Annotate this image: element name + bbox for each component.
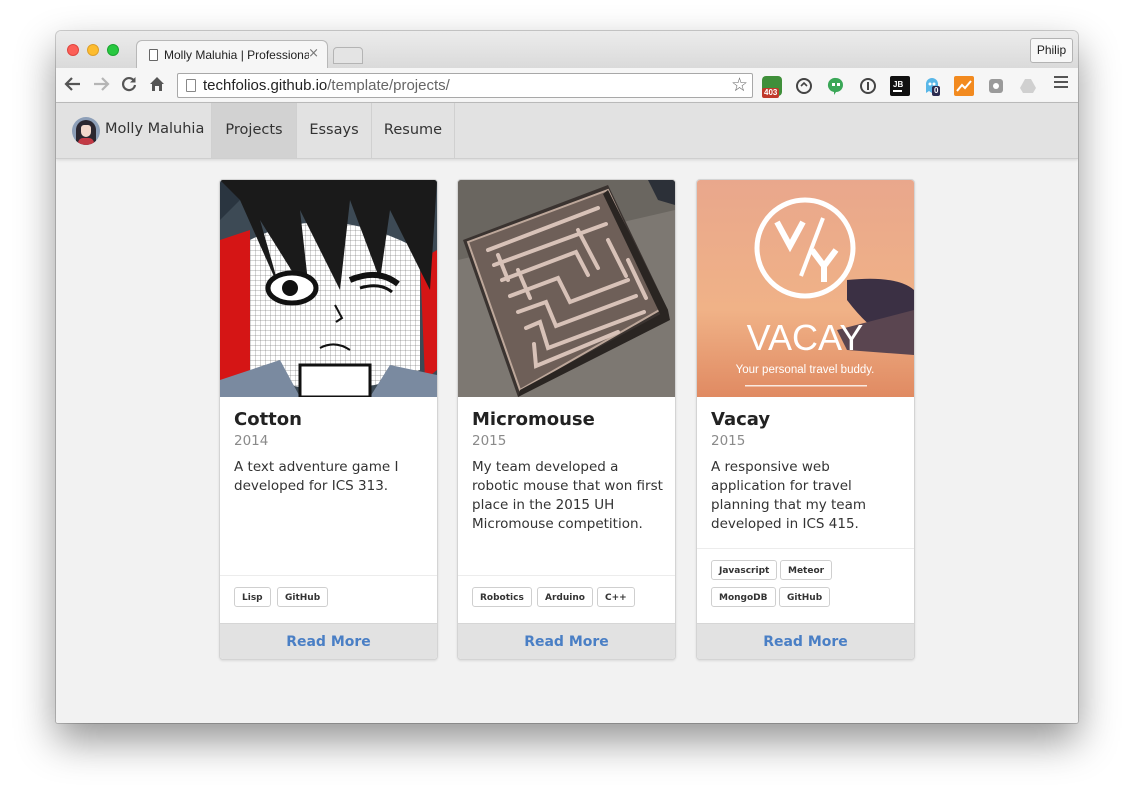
project-year: 2015 — [711, 433, 746, 449]
project-card-micromouse: Micromouse 2015 My team developed a robo… — [457, 179, 676, 660]
bookmark-star-icon[interactable]: ☆ — [731, 74, 748, 96]
tab-title: Molly Maluhia | Professional Portfolio — [164, 48, 309, 62]
jetbrains-extension-icon[interactable]: JB — [890, 76, 910, 96]
forward-arrow-icon — [94, 77, 110, 91]
vacay-logo-text: VACAY — [747, 317, 864, 358]
browser-window: Molly Maluhia | Professional Portfolio ×… — [56, 31, 1078, 723]
browser-menu-icon[interactable] — [1054, 76, 1068, 91]
tag-meteor[interactable]: Meteor — [780, 560, 833, 580]
address-bar[interactable]: techfolios.github.io/template/projects/ … — [177, 73, 753, 98]
project-description: A text adventure game I developed for IC… — [234, 459, 399, 494]
tag-cpp[interactable]: C++ — [597, 587, 635, 607]
drive-extension-icon[interactable] — [1018, 76, 1038, 96]
project-card-vacay: VACAY Your personal travel buddy. Vacay … — [696, 179, 915, 660]
back-arrow-icon — [64, 77, 80, 91]
analytics-extension-icon[interactable] — [954, 76, 974, 96]
reload-icon — [121, 77, 137, 92]
page-icon — [149, 49, 158, 61]
project-description: My team developed a robotic mouse that w… — [472, 459, 663, 532]
nav-projects[interactable]: Projects — [211, 103, 296, 158]
forward-button[interactable] — [90, 73, 112, 95]
info-extension-icon[interactable] — [858, 76, 878, 96]
tag-mongodb[interactable]: MongoDB — [711, 587, 776, 607]
tag-arduino[interactable]: Arduino — [537, 587, 593, 607]
project-year: 2014 — [234, 433, 269, 449]
new-tab-button[interactable] — [333, 47, 363, 64]
tag-robotics[interactable]: Robotics — [472, 587, 532, 607]
project-title: Vacay — [711, 409, 771, 430]
hangouts-extension-icon[interactable] — [826, 76, 846, 96]
project-image-micromouse[interactable] — [458, 180, 675, 397]
back-button[interactable] — [62, 73, 84, 95]
tag-github[interactable]: GitHub — [277, 587, 329, 607]
title-bar: Molly Maluhia | Professional Portfolio ×… — [56, 31, 1078, 68]
minimize-window-button[interactable] — [87, 44, 99, 56]
ghostery-extension-icon[interactable]: 0 — [922, 76, 942, 96]
page-content: Molly Maluhia Projects Essays Resume Cot… — [56, 103, 1078, 723]
url-host: techfolios.github.io — [203, 77, 328, 94]
close-window-button[interactable] — [67, 44, 79, 56]
project-card-cotton: Cotton 2014 A text adventure game I deve… — [219, 179, 438, 660]
nav-essays[interactable]: Essays — [296, 103, 371, 158]
page-icon — [186, 79, 196, 92]
read-more-link[interactable]: Read More — [220, 623, 437, 659]
extension-403-icon[interactable]: 403 — [762, 76, 782, 98]
tag-javascript[interactable]: Javascript — [711, 560, 778, 580]
url-text[interactable]: techfolios.github.io/template/projects/ — [203, 77, 450, 94]
svg-text:JB: JB — [893, 80, 903, 89]
nav-resume[interactable]: Resume — [371, 103, 455, 158]
browser-toolbar: techfolios.github.io/template/projects/ … — [56, 68, 1078, 103]
browser-tab[interactable]: Molly Maluhia | Professional Portfolio × — [136, 40, 328, 68]
project-image-vacay[interactable]: VACAY Your personal travel buddy. — [697, 180, 914, 397]
avatar — [72, 117, 100, 145]
tag-github[interactable]: GitHub — [779, 587, 831, 607]
home-icon — [150, 77, 164, 91]
project-year: 2015 — [472, 433, 507, 449]
brand-name: Molly Maluhia — [105, 121, 205, 137]
tab-close-icon[interactable]: × — [308, 46, 319, 61]
card-divider — [220, 575, 437, 576]
scissors-extension-icon[interactable] — [986, 76, 1006, 96]
project-description: A responsive web application for travel … — [711, 459, 867, 532]
read-more-link[interactable]: Read More — [458, 623, 675, 659]
vacay-tagline: Your personal travel buddy. — [736, 364, 875, 376]
profile-button[interactable]: Philip — [1030, 38, 1073, 63]
project-title: Cotton — [234, 409, 302, 430]
extension-badge: 403 — [762, 88, 780, 98]
tag-lisp[interactable]: Lisp — [234, 587, 271, 607]
reload-button[interactable] — [118, 73, 140, 95]
site-navbar: Molly Maluhia Projects Essays Resume — [56, 103, 1078, 159]
url-path: /template/projects/ — [327, 77, 450, 94]
read-more-link[interactable]: Read More — [697, 623, 914, 659]
extension-badge: 0 — [932, 86, 941, 96]
card-divider — [458, 575, 675, 576]
project-image-cotton[interactable] — [220, 180, 437, 397]
zoom-window-button[interactable] — [107, 44, 119, 56]
home-button[interactable] — [146, 73, 168, 95]
project-title: Micromouse — [472, 409, 595, 430]
sync-extension-icon[interactable] — [794, 76, 814, 96]
card-divider — [697, 548, 914, 549]
